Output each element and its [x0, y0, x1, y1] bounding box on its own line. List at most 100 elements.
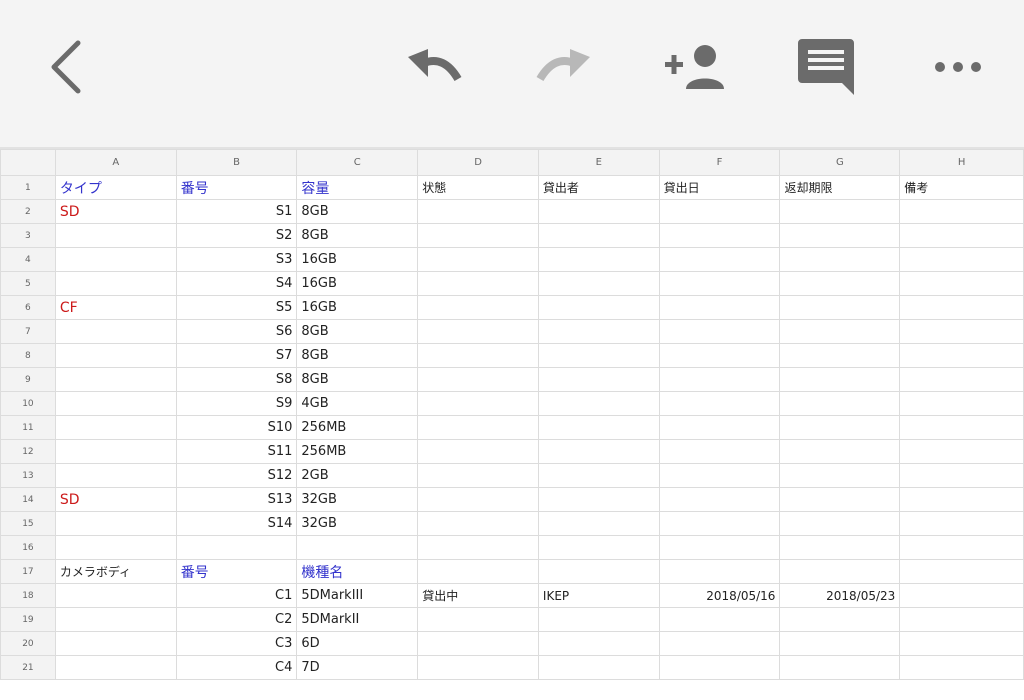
cell-e[interactable] — [537, 295, 660, 320]
cell-c[interactable]: 256MB — [296, 439, 419, 464]
row-header[interactable]: 19 — [0, 607, 56, 632]
cell-g[interactable] — [779, 343, 901, 368]
cell-h[interactable]: 備考 — [899, 175, 1024, 200]
cell-e[interactable] — [537, 247, 660, 272]
cell-c[interactable]: 32GB — [296, 511, 419, 536]
row-header[interactable]: 10 — [0, 391, 56, 416]
cell-a[interactable] — [54, 439, 177, 464]
cell-c[interactable]: 32GB — [296, 487, 419, 512]
cell-b[interactable]: C1 — [175, 583, 298, 608]
row-header[interactable]: 6 — [0, 295, 56, 320]
cell-e[interactable] — [537, 319, 660, 344]
cell-c[interactable]: 8GB — [296, 367, 419, 392]
cell-a[interactable] — [54, 271, 177, 296]
cell-d[interactable] — [417, 199, 539, 224]
column-header-d[interactable]: D — [417, 149, 539, 176]
cell-g[interactable] — [779, 463, 901, 488]
cell-h[interactable] — [899, 391, 1024, 416]
row-header[interactable]: 4 — [0, 247, 56, 272]
cell-g[interactable] — [779, 367, 901, 392]
cell-f[interactable] — [658, 439, 781, 464]
cell-c[interactable]: 7D — [296, 655, 419, 680]
cell-f[interactable] — [658, 607, 781, 632]
cell-b[interactable]: S10 — [175, 415, 298, 440]
cell-e[interactable]: IKEP — [537, 583, 660, 608]
cell-a[interactable] — [54, 319, 177, 344]
cell-f[interactable] — [658, 535, 781, 560]
cell-g[interactable] — [779, 535, 901, 560]
cell-h[interactable] — [899, 511, 1024, 536]
cell-b[interactable]: S3 — [175, 247, 298, 272]
cell-b[interactable]: C4 — [175, 655, 298, 680]
cell-c[interactable]: 5DMarkIII — [296, 583, 419, 608]
spreadsheet-grid[interactable]: A B C D E F G H 1 タイプ 番号 容量 状態 貸出者 貸出日 返却期限 備考 2 S… — [0, 149, 1024, 700]
cell-c[interactable]: 4GB — [296, 391, 419, 416]
cell-d[interactable] — [417, 271, 539, 296]
cell-h[interactable] — [899, 199, 1024, 224]
cell-a[interactable]: タイプ — [54, 175, 177, 200]
cell-e[interactable] — [537, 439, 660, 464]
cell-f[interactable] — [658, 247, 781, 272]
row-header[interactable]: 8 — [0, 343, 56, 368]
cell-f[interactable] — [658, 631, 781, 656]
cell-b[interactable]: S1 — [175, 199, 298, 224]
cell-g[interactable] — [779, 391, 901, 416]
row-header[interactable]: 5 — [0, 271, 56, 296]
cell-h[interactable] — [899, 631, 1024, 656]
cell-c[interactable]: 機種名 — [296, 559, 419, 584]
cell-f[interactable] — [658, 343, 781, 368]
cell-h[interactable] — [899, 271, 1024, 296]
cell-f[interactable] — [658, 295, 781, 320]
cell-b[interactable]: S13 — [175, 487, 298, 512]
cell-c[interactable]: 16GB — [296, 247, 419, 272]
cell-c[interactable]: 16GB — [296, 295, 419, 320]
cell-c[interactable]: 16GB — [296, 271, 419, 296]
cell-g[interactable] — [779, 511, 901, 536]
column-header-h[interactable]: H — [899, 149, 1024, 176]
cell-a[interactable]: CF — [54, 295, 177, 320]
cell-g[interactable] — [779, 487, 901, 512]
cell-a[interactable] — [54, 391, 177, 416]
back-button[interactable] — [34, 35, 98, 99]
cell-a[interactable] — [54, 607, 177, 632]
cell-a[interactable]: SD — [54, 199, 177, 224]
row-header[interactable]: 3 — [0, 223, 56, 248]
cell-a[interactable] — [54, 583, 177, 608]
cell-d[interactable] — [417, 463, 539, 488]
cell-f[interactable] — [658, 199, 781, 224]
redo-button[interactable] — [532, 35, 596, 99]
cell-a[interactable]: カメラボディ — [54, 559, 177, 584]
cell-b[interactable]: S4 — [175, 271, 298, 296]
row-header[interactable]: 17 — [0, 559, 56, 584]
select-all-corner[interactable] — [0, 149, 56, 176]
cell-g[interactable]: 2018/05/23 — [779, 583, 901, 608]
cell-e[interactable] — [537, 535, 660, 560]
cell-h[interactable] — [899, 583, 1024, 608]
cell-e[interactable] — [537, 631, 660, 656]
cell-g[interactable] — [779, 655, 901, 680]
cell-h[interactable] — [899, 223, 1024, 248]
cell-f[interactable] — [658, 463, 781, 488]
row-header[interactable]: 13 — [0, 463, 56, 488]
cell-d[interactable]: 状態 — [417, 175, 539, 200]
cell-c[interactable]: 6D — [296, 631, 419, 656]
cell-b[interactable]: S2 — [175, 223, 298, 248]
cell-e[interactable] — [537, 199, 660, 224]
cell-e[interactable] — [537, 415, 660, 440]
cell-d[interactable] — [417, 223, 539, 248]
cell-c[interactable]: 5DMarkII — [296, 607, 419, 632]
cell-e[interactable] — [537, 463, 660, 488]
cell-d[interactable] — [417, 631, 539, 656]
cell-c[interactable]: 256MB — [296, 415, 419, 440]
cell-d[interactable] — [417, 391, 539, 416]
cell-h[interactable] — [899, 343, 1024, 368]
cell-d[interactable] — [417, 439, 539, 464]
cell-a[interactable] — [54, 655, 177, 680]
cell-d[interactable] — [417, 319, 539, 344]
undo-button[interactable] — [402, 35, 466, 99]
cell-d[interactable] — [417, 295, 539, 320]
cell-e[interactable] — [537, 655, 660, 680]
cell-d[interactable] — [417, 487, 539, 512]
cell-c[interactable]: 8GB — [296, 319, 419, 344]
row-header[interactable]: 20 — [0, 631, 56, 656]
